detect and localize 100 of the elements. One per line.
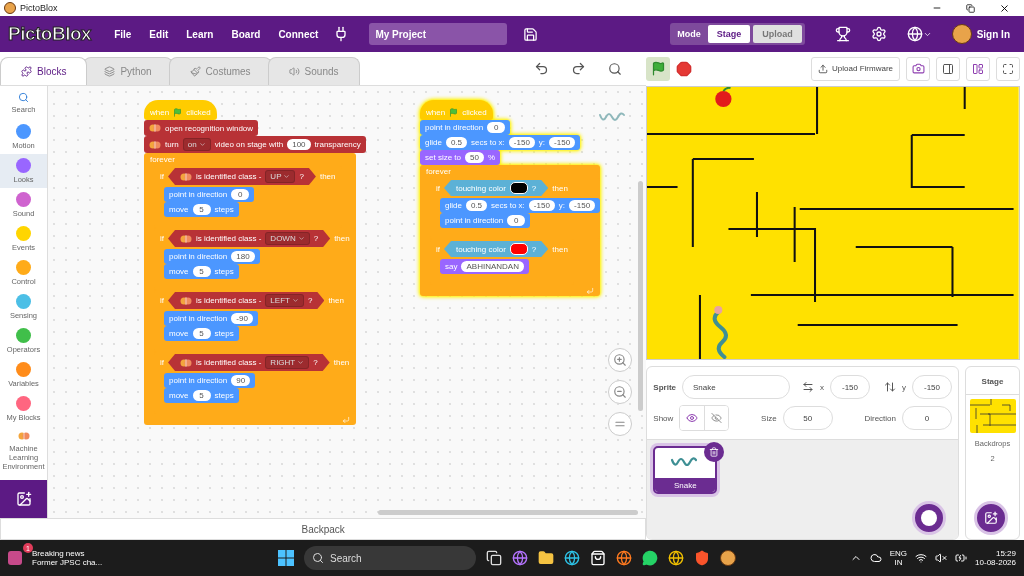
clock-date[interactable]: 10-08-2026 — [975, 558, 1016, 567]
scrollbar[interactable] — [638, 181, 644, 411]
command-block[interactable]: set size to 50 % — [420, 150, 501, 165]
zoom-out-button[interactable] — [608, 380, 633, 404]
command-block[interactable]: turn on video on stage with 100 transparency — [144, 136, 366, 153]
mode-option[interactable]: Stage — [707, 25, 751, 43]
command-block[interactable]: point in direction 90 — [164, 373, 256, 388]
store-button[interactable] — [590, 550, 606, 566]
task-view-button[interactable] — [486, 550, 502, 566]
add-backdrop-button[interactable] — [974, 501, 1008, 535]
value-input[interactable]: -150 — [549, 137, 576, 148]
menu-item[interactable]: Learn — [177, 28, 223, 40]
value-input[interactable]: -90 — [231, 313, 253, 324]
forever-block[interactable] — [144, 153, 356, 425]
upload-firmware-button[interactable]: Upload Firmware — [811, 56, 900, 81]
value-input[interactable]: 180 — [231, 251, 255, 262]
stop-button[interactable] — [676, 60, 693, 77]
add-extension-button[interactable] — [0, 480, 47, 518]
value-input[interactable]: 5 — [192, 390, 211, 401]
run-flag-button[interactable] — [646, 56, 671, 81]
command-block[interactable]: glide 0.5 secs to x: -150 y: -150 — [420, 135, 581, 150]
add-sprite-button[interactable] — [912, 501, 946, 535]
value-input[interactable]: 0.5 — [465, 200, 488, 211]
volume-button[interactable] — [935, 552, 948, 564]
value-input[interactable]: -150 — [569, 200, 596, 211]
browser-button[interactable] — [694, 550, 710, 566]
color-swatch[interactable] — [509, 182, 528, 194]
command-block[interactable]: move 5 steps — [164, 326, 239, 341]
file-explorer-button[interactable] — [538, 550, 554, 566]
forever-block[interactable]: forever if touching color ? then glide 0.5 secs to x: -150 y: -150 point in direction 0 if touching color ? then say ABHINANDAN — [420, 165, 601, 296]
value-input[interactable]: 5 — [192, 328, 211, 339]
condition-block[interactable]: is identified class - LEFT ? — [168, 292, 325, 309]
dropdown[interactable]: on — [182, 138, 211, 151]
zoom-in-button[interactable] — [608, 348, 633, 372]
large-stage-button[interactable] — [966, 56, 990, 81]
taskbar-search-field[interactable]: Search — [304, 546, 476, 570]
windows-logo-icon[interactable] — [278, 550, 294, 566]
fullscreen-button[interactable] — [996, 56, 1020, 81]
value-input[interactable]: ABHINANDAN — [461, 261, 524, 272]
tab[interactable]: Blocks — [0, 57, 88, 85]
block-text: point in direction — [169, 376, 228, 385]
sprite-thumbnail[interactable]: Snake — [653, 446, 718, 494]
menu-item[interactable]: Board — [222, 28, 270, 40]
value-input[interactable]: 5 — [192, 204, 211, 215]
block-text: move — [169, 267, 189, 276]
value-input[interactable]: 0.5 — [445, 137, 468, 148]
color-swatch[interactable] — [509, 243, 528, 255]
dropdown[interactable]: UP — [265, 170, 296, 183]
dropdown[interactable]: LEFT — [265, 294, 304, 307]
block-text: point in direction — [169, 252, 228, 261]
menu-item[interactable]: Connect — [269, 28, 328, 40]
value-input[interactable]: -150 — [528, 200, 555, 211]
menu-item[interactable]: Edit — [140, 28, 178, 40]
browser-button[interactable] — [564, 550, 580, 566]
condition-block[interactable]: is identified class - DOWN ? — [168, 230, 331, 247]
command-block[interactable]: point in direction 180 — [164, 249, 260, 264]
command-block[interactable]: point in direction -90 — [164, 311, 258, 326]
command-block[interactable]: point in direction 0 — [164, 187, 255, 202]
browser-button[interactable] — [668, 550, 684, 566]
dropdown[interactable]: RIGHT — [265, 356, 310, 369]
command-block[interactable]: point in direction 0 — [440, 213, 531, 228]
backpack-bar[interactable]: Backpack — [0, 518, 647, 540]
command-block[interactable]: point in direction 0 — [420, 120, 511, 135]
dropdown[interactable]: DOWN — [265, 232, 310, 245]
news-headline[interactable]: Former JPSC cha... — [32, 558, 103, 567]
value-input[interactable]: 0 — [487, 122, 506, 133]
command-block[interactable]: say ABHINANDAN — [440, 259, 529, 274]
chat-app-button[interactable] — [642, 550, 658, 566]
menu-item[interactable]: File — [105, 28, 141, 40]
value-input[interactable]: 5 — [192, 266, 211, 277]
language-label[interactable]: ENG — [889, 549, 908, 558]
small-stage-button[interactable] — [936, 56, 960, 81]
command-block[interactable]: move 5 steps — [164, 202, 239, 217]
value-input[interactable]: 100 — [287, 139, 311, 150]
backdrop-thumbnail[interactable] — [969, 399, 1016, 433]
value-input[interactable]: 0 — [231, 189, 250, 200]
command-block[interactable]: move 5 steps — [164, 388, 239, 403]
command-block[interactable]: glide 0.5 secs to x: -150 y: -150 — [440, 198, 601, 213]
news-title[interactable]: Breaking news — [32, 549, 103, 558]
battery-button[interactable] — [955, 552, 968, 564]
region-label[interactable]: IN — [894, 558, 903, 567]
value-input[interactable]: 50 — [465, 152, 484, 163]
command-block[interactable]: move 5 steps — [164, 264, 239, 279]
value-input[interactable]: 90 — [231, 375, 251, 386]
project-name-field[interactable]: My Project — [369, 23, 508, 45]
condition-block[interactable]: is identified class - UP ? — [168, 168, 316, 185]
value-input[interactable]: 0 — [507, 215, 526, 226]
scrollbar[interactable] — [378, 510, 639, 515]
value-input[interactable]: -150 — [508, 137, 535, 148]
command-block[interactable]: open recognition window — [144, 120, 259, 136]
block-text: touching color — [456, 183, 506, 193]
sign-in-button[interactable]: Sign In — [945, 23, 1016, 45]
condition-block[interactable]: is identified class - RIGHT ? — [168, 354, 330, 371]
delete-button[interactable] — [704, 442, 725, 462]
app-button[interactable] — [512, 550, 528, 566]
cloud-button[interactable] — [869, 552, 882, 564]
clock-time[interactable]: 15:29 — [995, 549, 1016, 558]
browser-button[interactable] — [616, 550, 632, 566]
camera-button[interactable] — [906, 56, 930, 81]
wifi-button[interactable] — [915, 552, 928, 564]
